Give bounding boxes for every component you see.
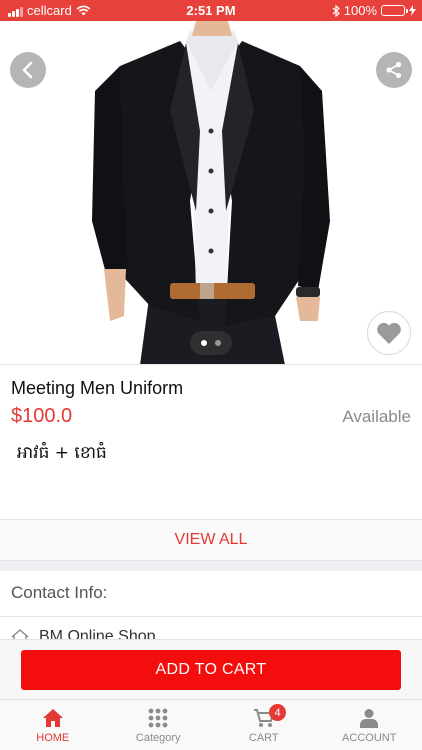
product-name: Meeting Men Uniform	[11, 378, 184, 398]
product-description: អាវធំ + ខោធំ	[17, 443, 107, 463]
share-button[interactable]	[376, 52, 412, 88]
contact-divider	[0, 616, 422, 617]
tab-category[interactable]: Category	[106, 700, 212, 750]
add-to-cart-bar: ADD TO CART	[0, 639, 422, 699]
tab-account-label: ACCOUNT	[342, 732, 397, 744]
share-icon	[386, 61, 402, 79]
tab-cart-label: CART	[248, 732, 279, 744]
home-icon	[42, 709, 63, 727]
back-button[interactable]	[10, 52, 46, 88]
charging-icon	[409, 5, 416, 16]
tab-home[interactable]: HOME	[0, 700, 106, 750]
bluetooth-icon	[332, 4, 340, 17]
page-dot-active[interactable]	[201, 340, 207, 346]
status-bar: cellcard 2:51 PM 100%	[0, 0, 422, 21]
status-right: 100%	[332, 3, 416, 18]
add-to-cart-button[interactable]: ADD TO CART	[21, 650, 401, 690]
tab-cart[interactable]: 4 CART	[211, 700, 317, 750]
battery-percent: 100%	[343, 3, 377, 18]
chevron-left-icon	[22, 61, 33, 79]
gallery-page-indicator[interactable]	[190, 331, 232, 355]
user-icon	[360, 709, 379, 728]
heart-icon	[377, 322, 401, 344]
tab-category-label: Category	[135, 732, 181, 744]
battery-icon	[381, 5, 408, 16]
product-image-gallery[interactable]	[0, 21, 422, 365]
grid-icon	[148, 708, 168, 728]
page-dot[interactable]	[215, 340, 221, 346]
bottom-tab-bar: HOME Category 4 CART ACCOUNT	[0, 699, 422, 750]
contact-info-title: Contact Info:	[11, 583, 108, 602]
product-photo	[0, 21, 422, 364]
availability-status: Available	[342, 407, 411, 426]
tab-home-label: HOME	[36, 732, 70, 744]
cart-count-badge: 4	[269, 704, 286, 721]
section-divider	[0, 561, 422, 571]
view-all-button[interactable]: VIEW ALL	[0, 519, 422, 561]
tab-account[interactable]: ACCOUNT	[317, 700, 422, 750]
product-price: $100.0	[11, 405, 73, 427]
favorite-button[interactable]	[367, 311, 411, 355]
